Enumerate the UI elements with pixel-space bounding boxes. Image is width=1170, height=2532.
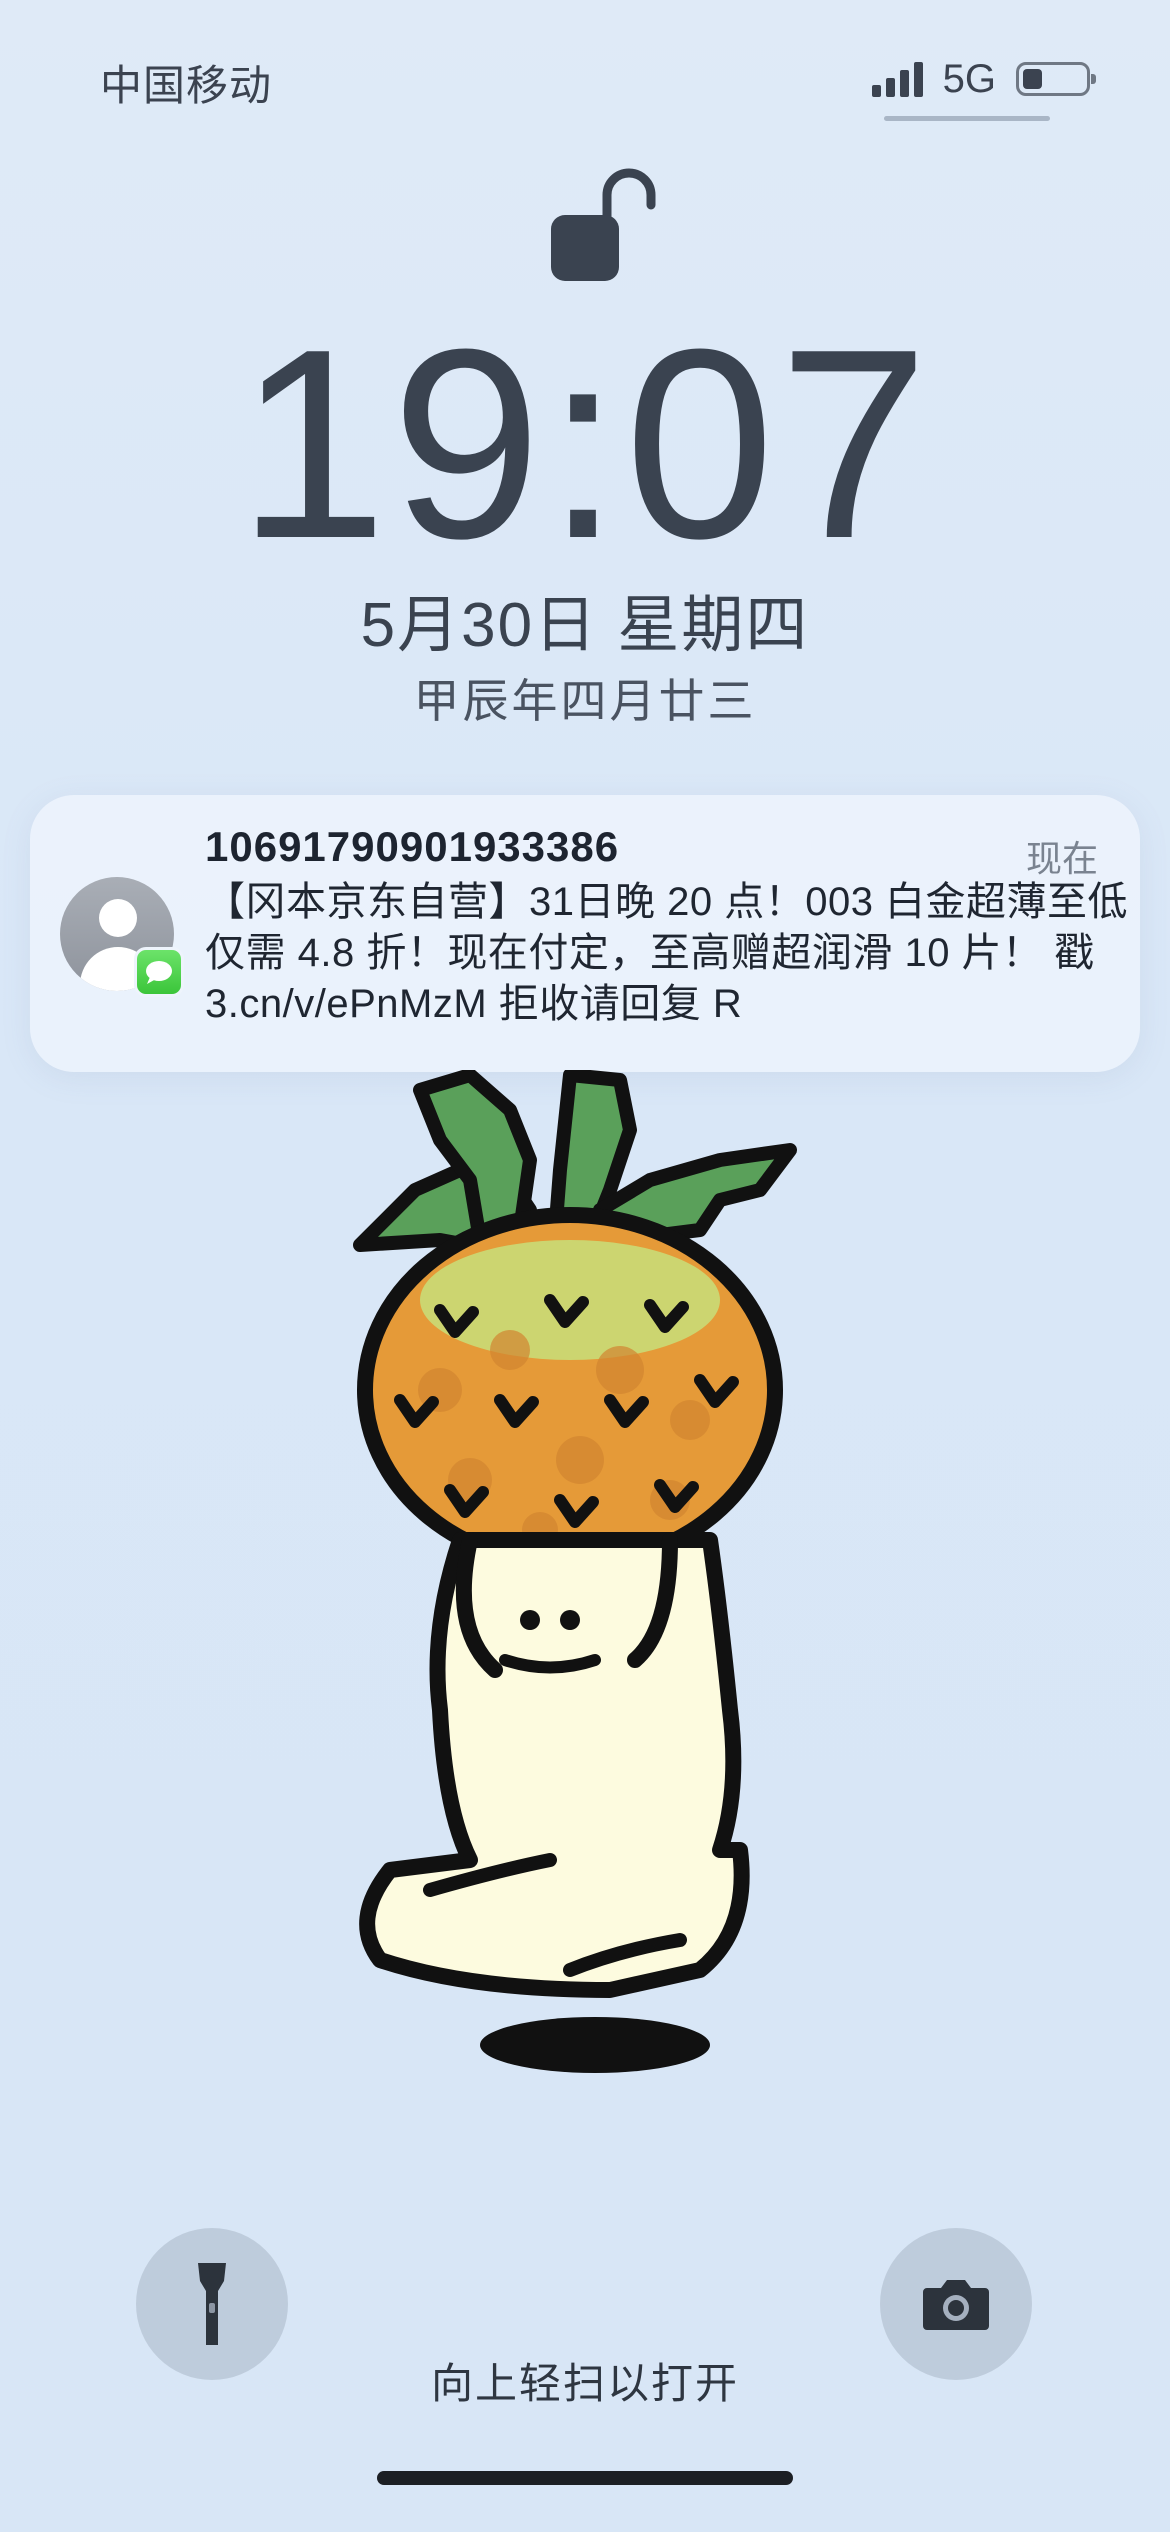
lunar-date-label: 甲辰年四月廿三 — [413, 675, 757, 727]
status-indicators: 5G — [871, 52, 1096, 106]
message-notification[interactable]: 10691790901933386 现在 【冈本京东自营】31日晚 20 点！0… — [30, 795, 1140, 1072]
clock-time: 19:07 — [237, 294, 933, 595]
notification-body: 【冈本京东自营】31日晚 20 点！003 白金超薄至低仅需 4.8 折！现在付… — [205, 880, 1129, 1026]
network-type: 5G — [942, 56, 996, 101]
home-indicator[interactable] — [377, 2471, 793, 2485]
battery-icon — [1016, 62, 1096, 96]
messages-icon — [134, 947, 184, 997]
pineapple-character-illustration — [353, 1070, 797, 2073]
flashlight-icon — [198, 2263, 226, 2345]
signal-icon — [871, 61, 923, 97]
notification-time: 现在 — [1025, 838, 1098, 879]
battery-level — [1023, 69, 1042, 89]
swipe-up-hint: 向上轻扫以打开 — [430, 2360, 739, 2407]
camera-icon — [923, 2280, 989, 2330]
notification-sender: 10691790901933386 — [205, 823, 620, 870]
control-center-handle[interactable] — [884, 116, 1050, 121]
date-label: 5月30日 星期四 — [360, 591, 810, 660]
unlocked-padlock-icon — [551, 168, 656, 281]
carrier-name: 中国移动 — [100, 62, 273, 109]
